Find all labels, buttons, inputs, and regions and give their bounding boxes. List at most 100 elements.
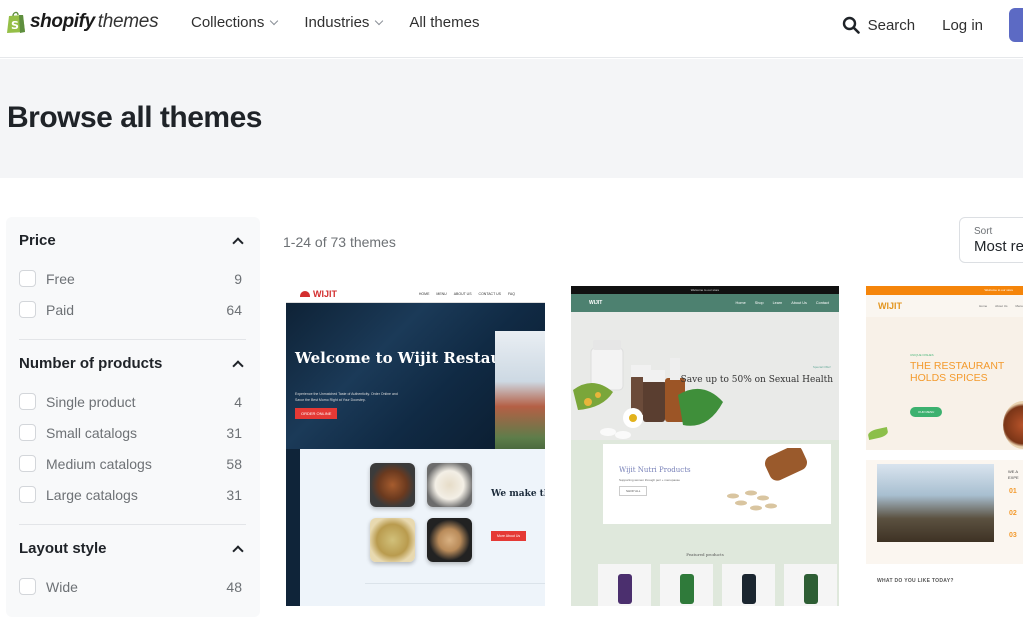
theme-card[interactable]: WIJIT HOME MENU ABOUT US CONTACT US FAQ … bbox=[286, 286, 545, 606]
preview-number: 03 bbox=[1009, 532, 1017, 539]
chevron-up-icon[interactable] bbox=[232, 236, 244, 249]
search-button[interactable]: Search bbox=[842, 16, 916, 34]
food-image bbox=[427, 518, 472, 562]
preview-link: Home bbox=[735, 301, 746, 305]
preview-tag: UNIQUE DISHES bbox=[910, 353, 934, 357]
preview-link: MENU bbox=[436, 292, 447, 296]
leaf-image bbox=[867, 427, 889, 440]
preview-side-title: WE A EXPE bbox=[1008, 469, 1019, 480]
umbrella-logo-icon bbox=[300, 291, 310, 297]
filter-option-count: 9 bbox=[234, 270, 242, 287]
preview-panel-button: SHOP ALL bbox=[619, 486, 648, 496]
nav-all-themes[interactable]: All themes bbox=[409, 14, 479, 31]
brand-sub: themes bbox=[97, 11, 159, 32]
theme-preview-links: HOME MENU ABOUT US CONTACT US FAQ bbox=[419, 292, 515, 296]
theme-preview-nav: WIJIT Home Shop Learn About Us Contact bbox=[571, 294, 839, 312]
filter-option-label: Single product bbox=[46, 393, 136, 410]
filter-option-single-product[interactable]: Single product 4 bbox=[19, 386, 246, 417]
filter-option-count: 4 bbox=[234, 393, 242, 410]
filter-option-label: Large catalogs bbox=[46, 486, 138, 503]
shopify-themes-logo[interactable]: S shopify themes bbox=[6, 10, 159, 34]
theme-preview-nav: WIJIT Home About Us Menu bbox=[866, 295, 1023, 317]
theme-preview-links: Home About Us Menu bbox=[979, 304, 1023, 308]
filter-option-label: Paid bbox=[46, 301, 75, 318]
sort-value: Most re bbox=[974, 238, 1023, 255]
preview-number: 01 bbox=[1009, 488, 1017, 495]
checkbox[interactable] bbox=[19, 455, 36, 472]
login-link[interactable]: Log in bbox=[942, 17, 983, 34]
theme-card[interactable]: Welcome to our store WIJIT Home About Us… bbox=[866, 286, 1023, 606]
nav-all-themes-label: All themes bbox=[409, 14, 480, 31]
preview-link: Learn bbox=[772, 301, 783, 305]
checkbox[interactable] bbox=[19, 486, 36, 503]
preview-link: Menu bbox=[1015, 304, 1023, 308]
main-nav: Collections Industries All themes bbox=[191, 14, 506, 31]
theme-logo: WIJIT bbox=[878, 301, 902, 311]
preview-section-title: We make the MOMO in to bbox=[491, 489, 545, 499]
sort-select[interactable]: Sort Most re bbox=[959, 217, 1023, 263]
search-label: Search bbox=[867, 16, 916, 34]
nav-right: Search Log in bbox=[842, 8, 1023, 42]
filter-option-paid[interactable]: Paid 64 bbox=[19, 294, 246, 325]
shopify-bag-icon: S bbox=[6, 10, 26, 34]
filter-group-header[interactable]: Price bbox=[19, 217, 246, 263]
filter-option-small-catalogs[interactable]: Small catalogs 31 bbox=[19, 417, 246, 448]
theme-logo-text: WIJIT bbox=[313, 289, 337, 299]
capsule-bottle-image bbox=[727, 448, 807, 511]
theme-preview-section: WE A EXPE 01 02 03 WHAT DO YOU LIKE TODA… bbox=[866, 450, 1023, 606]
checkbox[interactable] bbox=[19, 301, 36, 318]
nav-collections-label: Collections bbox=[191, 14, 265, 31]
nav-industries[interactable]: Industries bbox=[304, 14, 384, 31]
preview-link: ABOUT US bbox=[453, 292, 472, 296]
theme-preview-hero: Welcome to Wijit Restaurant Experience t… bbox=[286, 303, 545, 457]
preview-link: About Us bbox=[791, 301, 807, 305]
filter-group-header[interactable]: Layout style bbox=[19, 525, 246, 571]
preview-headline: Save up to 50% on Sexual Health bbox=[680, 375, 833, 385]
filter-sidebar: Price Free 9 Paid 64 Number of products Si… bbox=[6, 217, 260, 617]
brand-name: shopify bbox=[30, 11, 95, 32]
dish-image bbox=[1003, 401, 1023, 449]
checkbox[interactable] bbox=[19, 393, 36, 410]
checkbox[interactable] bbox=[19, 578, 36, 595]
filter-group-header[interactable]: Number of products bbox=[19, 340, 246, 386]
filter-option-count: 31 bbox=[226, 424, 242, 441]
nav-collections[interactable]: Collections bbox=[191, 14, 279, 31]
preview-subtext: Experience the Unmatched Taste of Authen… bbox=[295, 392, 398, 402]
preview-topbar: Welcome to our store bbox=[866, 286, 1023, 295]
filter-option-label: Medium catalogs bbox=[46, 455, 152, 472]
search-icon bbox=[842, 16, 860, 34]
filter-option-wide[interactable]: Wide 48 bbox=[19, 571, 246, 602]
chevron-up-icon[interactable] bbox=[232, 359, 244, 372]
theme-preview-section: Wijit Nutri Products Supporting women th… bbox=[571, 440, 839, 606]
filter-option-count: 31 bbox=[226, 486, 242, 503]
theme-card[interactable]: Welcome to our store WIJIT Home Shop Lea… bbox=[571, 286, 839, 606]
filter-option-medium-catalogs[interactable]: Medium catalogs 58 bbox=[19, 448, 246, 479]
filter-option-free[interactable]: Free 9 bbox=[19, 263, 246, 294]
filter-option-large-catalogs[interactable]: Large catalogs 31 bbox=[19, 479, 246, 510]
nav-industries-label: Industries bbox=[304, 14, 370, 31]
checkbox[interactable] bbox=[19, 424, 36, 441]
preview-offer-tag: Special Offer! bbox=[812, 365, 831, 369]
theme-preview-links: Home Shop Learn About Us Contact bbox=[736, 301, 829, 305]
theme-preview-hero: Special Offer! Save up to 50% on Sexual … bbox=[571, 312, 839, 440]
chevron-up-icon[interactable] bbox=[232, 544, 244, 557]
filter-option-count: 58 bbox=[226, 455, 242, 472]
result-count: 1-24 of 73 themes bbox=[283, 234, 396, 250]
preview-panel-subtitle: Supporting women through peri + menopaus… bbox=[619, 478, 680, 482]
page-title: Browse all themes bbox=[7, 101, 262, 134]
filter-option-label: Small catalogs bbox=[46, 424, 138, 441]
filter-option-count: 48 bbox=[226, 578, 242, 595]
preview-link: HOME bbox=[418, 292, 430, 296]
chevron-down-icon bbox=[375, 16, 384, 25]
preview-link: FAQ bbox=[507, 292, 515, 296]
preview-link: Home bbox=[979, 304, 988, 308]
start-free-trial-button[interactable] bbox=[1009, 8, 1023, 42]
filter-group-title: Price bbox=[19, 231, 56, 249]
theme-preview-hero: UNIQUE DISHES THE RESTAURANT HOLDS SPICE… bbox=[866, 317, 1023, 450]
preview-link: CONTACT US bbox=[478, 292, 501, 296]
page-hero: Browse all themes bbox=[0, 59, 1023, 178]
chevron-down-icon bbox=[270, 16, 279, 25]
preview-link: Shop bbox=[754, 301, 764, 305]
checkbox[interactable] bbox=[19, 270, 36, 287]
filter-group-layout-style: Layout style Wide 48 bbox=[6, 525, 260, 602]
